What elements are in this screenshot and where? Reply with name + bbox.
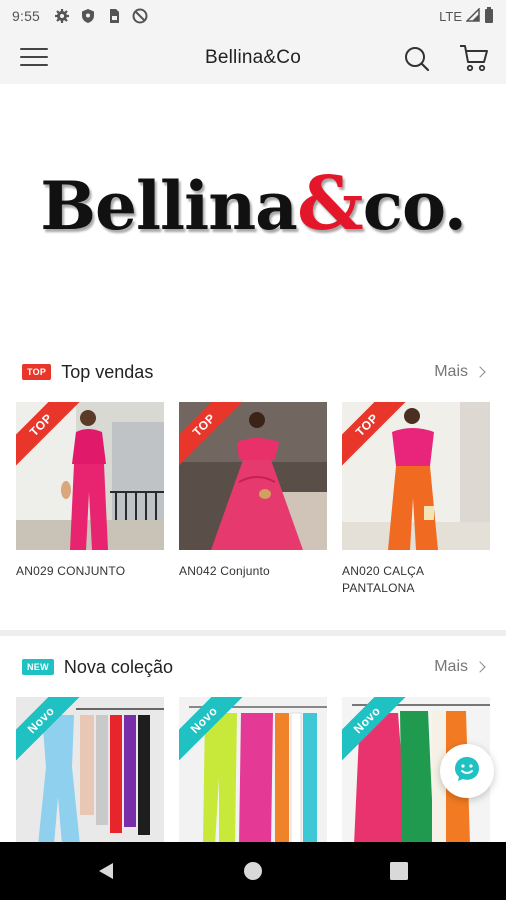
top-badge: TOP (22, 364, 52, 380)
more-label: Mais (434, 658, 468, 675)
sim-card-icon (106, 8, 122, 24)
product-card[interactable]: Novo (179, 697, 327, 845)
status-right-group: LTE (439, 6, 494, 26)
product-image: TOP (342, 402, 490, 550)
status-time: 9:55 (12, 8, 41, 24)
shopping-cart-icon[interactable] (458, 43, 490, 73)
section-divider (0, 630, 506, 636)
home-icon[interactable] (243, 861, 263, 886)
more-link[interactable]: Mais (434, 363, 486, 381)
product-card[interactable]: TOP AN020 CALÇA PANTALONA (342, 402, 490, 597)
product-image: TOP (179, 402, 327, 550)
product-image: Novo (16, 697, 164, 845)
signal-icon (465, 6, 480, 25)
product-card[interactable]: Novo (16, 697, 164, 845)
new-collection-header: NEW Nova coleção Mais (0, 645, 506, 689)
system-nav-bar (0, 842, 506, 900)
shield-icon (80, 8, 96, 24)
more-label: Mais (434, 363, 468, 380)
chat-bubble-icon (452, 754, 482, 789)
section-title: Nova coleção (63, 656, 173, 677)
app-screen: 9:55 LTE Bellina&Co Bellina&co. TOP Top … (0, 0, 506, 900)
product-name: AN042 Conjunto (179, 564, 270, 578)
search-icon[interactable] (402, 44, 432, 74)
recents-icon[interactable] (390, 862, 408, 885)
product-card[interactable]: TOP AN042 Conjunto (179, 402, 327, 597)
do-not-disturb-icon (132, 8, 148, 24)
back-icon[interactable] (96, 861, 116, 886)
more-link[interactable]: Mais (434, 658, 486, 676)
battery-icon (484, 6, 494, 26)
product-name: AN020 CALÇA PANTALONA (342, 564, 424, 595)
chevron-right-icon (474, 661, 486, 673)
top-sellers-list: TOP AN029 CONJUNTO TOP AN042 Conjunto TO… (16, 402, 506, 597)
gear-icon (54, 8, 70, 24)
new-badge: NEW (22, 659, 54, 675)
section-title: Top vendas (61, 361, 154, 382)
product-name: AN029 CONJUNTO (16, 564, 126, 578)
chevron-right-icon (474, 366, 486, 378)
status-bar: 9:55 LTE (0, 0, 506, 32)
chat-button[interactable] (440, 744, 494, 798)
product-card[interactable]: TOP AN029 CONJUNTO (16, 402, 164, 597)
brand-logo: Bellina&co. (40, 161, 467, 247)
brand-banner[interactable]: Bellina&co. (0, 84, 506, 334)
new-collection-list: Novo Novo Novo (16, 697, 506, 845)
product-image: TOP (16, 402, 164, 550)
app-bar: Bellina&Co (0, 32, 506, 84)
network-label: LTE (439, 8, 462, 24)
product-image: Novo (179, 697, 327, 845)
top-sellers-header: TOP Top vendas Mais (0, 350, 506, 394)
